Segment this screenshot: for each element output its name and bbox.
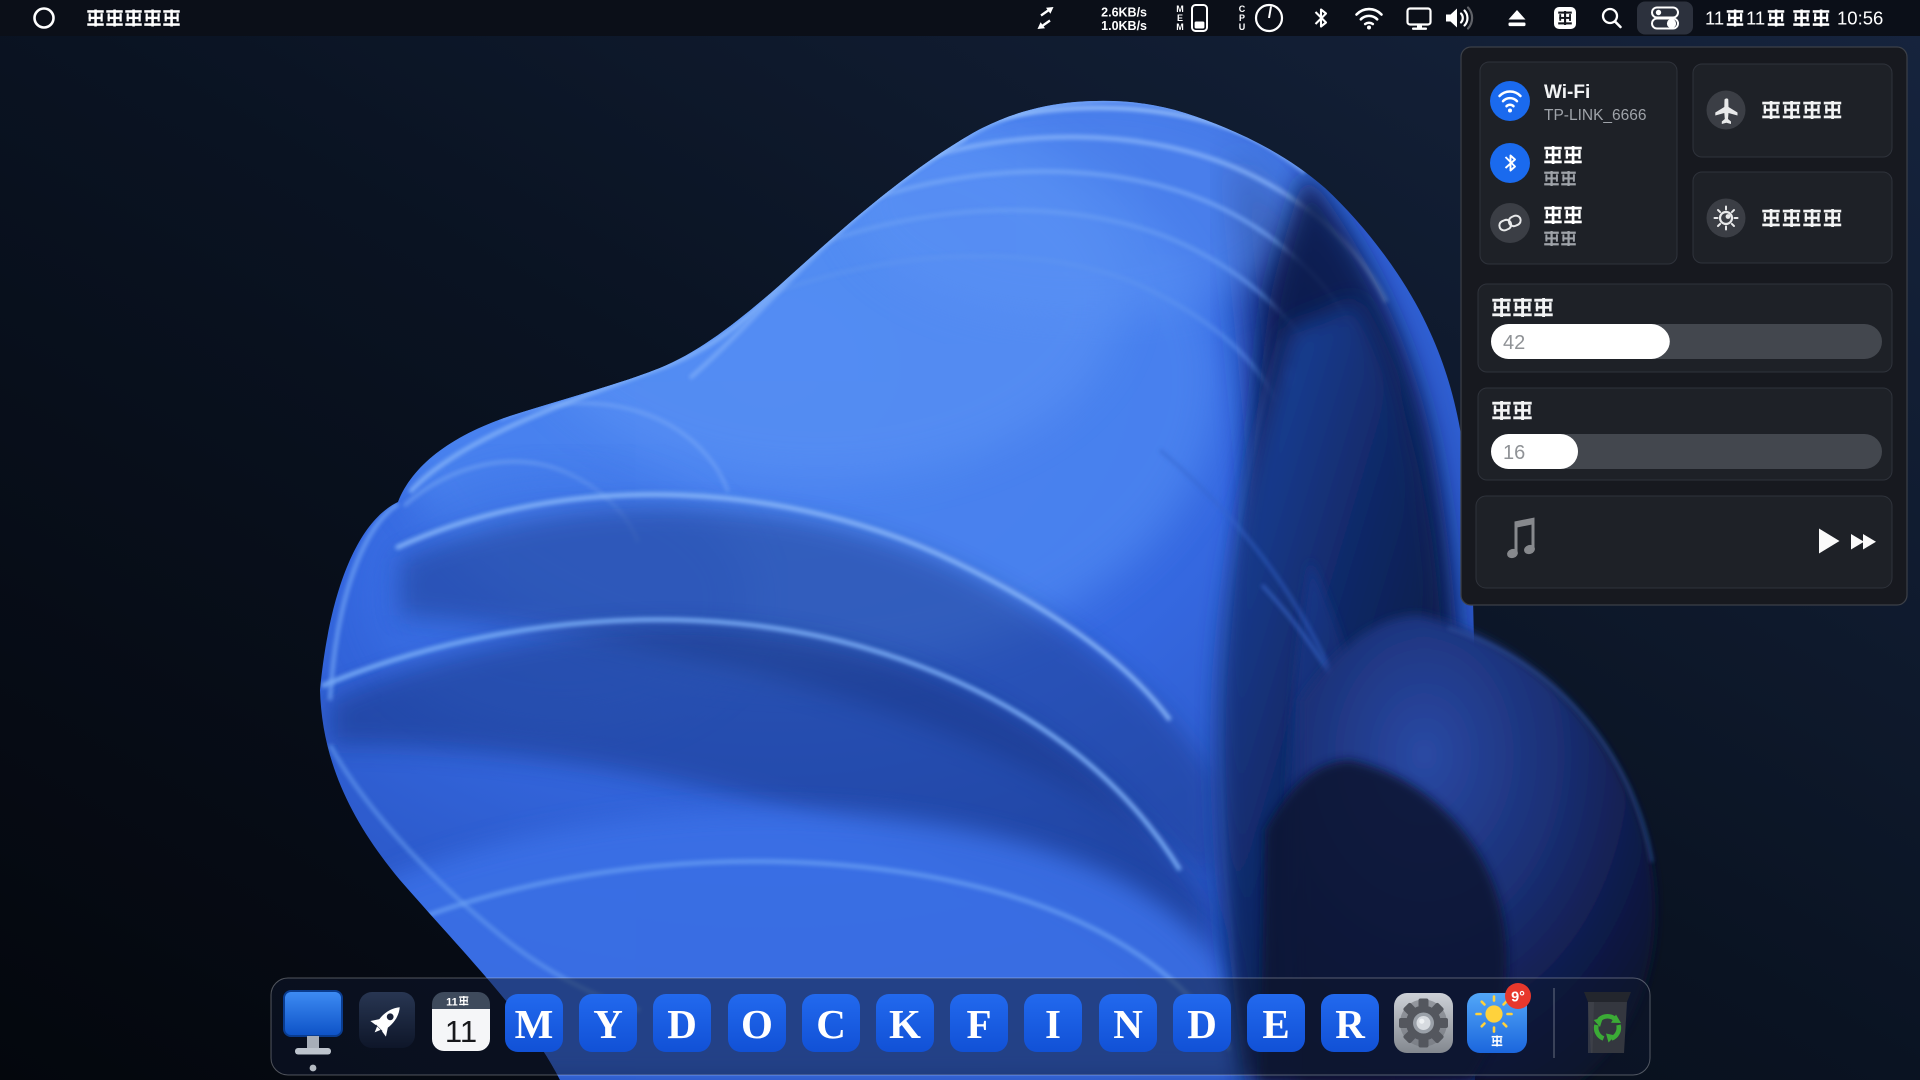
svg-text:E: E xyxy=(1262,1001,1289,1047)
svg-text:2.6KB/s: 2.6KB/s xyxy=(1101,6,1147,20)
svg-text:Wi-Fi: Wi-Fi xyxy=(1544,82,1590,103)
svg-text:K: K xyxy=(889,1001,921,1047)
svg-text:Y: Y xyxy=(593,1001,623,1047)
svg-text:11: 11 xyxy=(1746,8,1765,29)
svg-text:D: D xyxy=(1187,1001,1217,1047)
svg-text:M: M xyxy=(1176,22,1184,32)
svg-text:N: N xyxy=(1113,1001,1143,1047)
svg-text:C: C xyxy=(816,1001,846,1047)
svg-text:10:56: 10:56 xyxy=(1837,8,1883,29)
svg-text:M: M xyxy=(515,1001,554,1047)
svg-text:42: 42 xyxy=(1503,332,1525,354)
svg-text:11: 11 xyxy=(1705,8,1724,29)
svg-text:F: F xyxy=(966,1001,991,1047)
svg-text:D: D xyxy=(667,1001,697,1047)
svg-text:9°: 9° xyxy=(1511,990,1525,1006)
svg-text:TP-LINK_6666: TP-LINK_6666 xyxy=(1544,107,1647,124)
svg-text:R: R xyxy=(1335,1001,1365,1047)
svg-text:11: 11 xyxy=(446,997,458,1009)
svg-text:O: O xyxy=(741,1001,773,1047)
svg-text:1.0KB/s: 1.0KB/s xyxy=(1101,19,1147,33)
svg-text:11: 11 xyxy=(445,1014,477,1049)
svg-text:U: U xyxy=(1239,22,1246,32)
svg-text:I: I xyxy=(1045,1001,1061,1047)
svg-text:16: 16 xyxy=(1503,442,1525,464)
